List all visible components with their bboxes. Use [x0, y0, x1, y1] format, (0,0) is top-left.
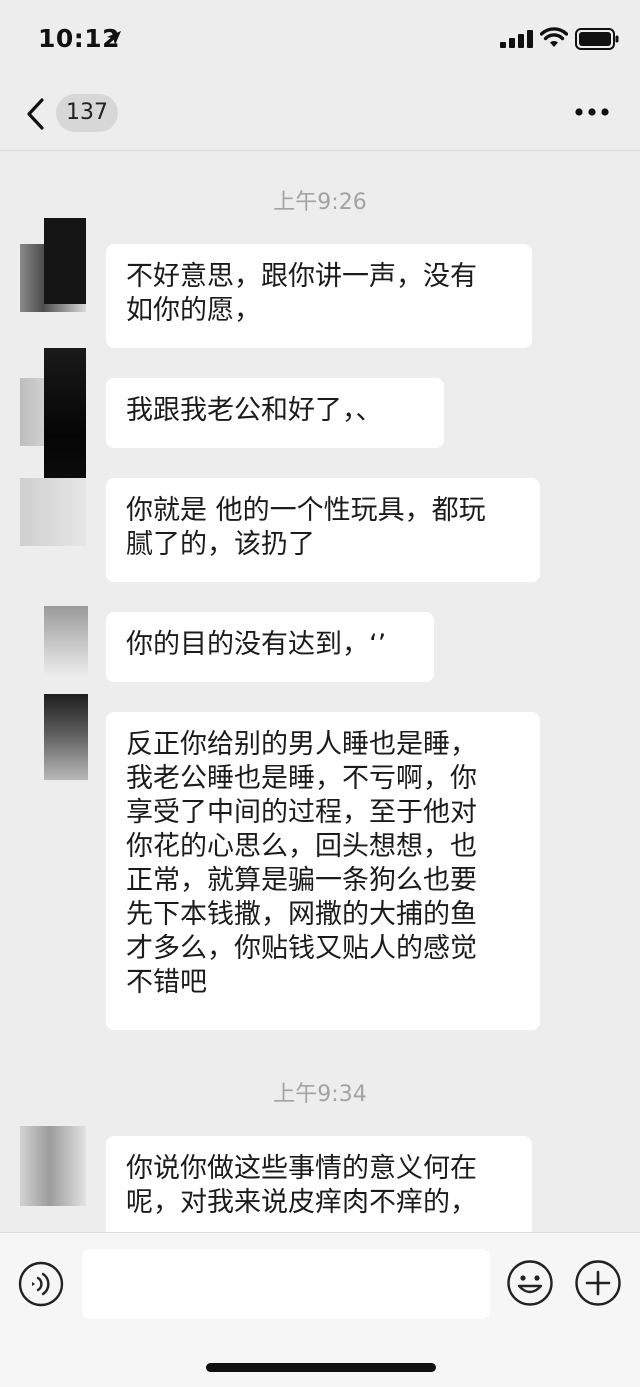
nav-divider: [0, 150, 640, 151]
message-line: 我跟我老公和好了，、: [126, 395, 383, 426]
plus-circle-icon[interactable]: [574, 1259, 622, 1307]
status-bar: 10:12: [0, 0, 640, 80]
message-line: 我老公睡也是睡，不亏啊，你: [126, 763, 477, 794]
emoji-smile-icon[interactable]: [506, 1259, 554, 1307]
message-line: 不错吧: [126, 967, 207, 998]
avatar-censor-block: [44, 218, 86, 304]
battery-icon: [575, 28, 619, 50]
message-bubble[interactable]: 你就是 他的一个性玩具，都玩 腻了的，该扔了: [106, 478, 540, 582]
avatar[interactable]: [44, 694, 88, 780]
avatar[interactable]: [20, 1126, 86, 1206]
unread-count-badge[interactable]: 137: [56, 94, 118, 132]
avatar[interactable]: [44, 606, 88, 676]
message-line: 反正你给别的男人睡也是睡，: [126, 729, 477, 760]
avatar[interactable]: [20, 478, 86, 546]
cellular-signal-icon: [500, 30, 533, 48]
message-line: 才多么，你贴钱又贴人的感觉: [126, 933, 477, 964]
chevron-left-icon[interactable]: [22, 96, 52, 132]
message-line: 享受了中间的过程，至于他对: [126, 797, 477, 828]
message-line: 如你的愿，: [126, 295, 261, 326]
message-line: 呢，对我来说皮痒肉不痒的，: [126, 1187, 477, 1218]
message-line: 你说你做这些事情的意义何在: [126, 1153, 477, 1184]
location-arrow-icon: [107, 31, 121, 45]
wifi-icon: [540, 27, 568, 47]
message-line: 腻了的，该扔了: [126, 529, 315, 560]
chat-nav-bar: 137: [0, 80, 640, 150]
message-line: 你的目的没有达到，‘’: [126, 629, 387, 660]
more-horizontal-icon[interactable]: [572, 100, 612, 124]
timestamp: 上午9:34: [273, 1082, 367, 1107]
message-line: 你就是 他的一个性玩具，都玩: [126, 495, 486, 526]
message-bubble[interactable]: 反正你给别的男人睡也是睡， 我老公睡也是睡，不亏啊，你 享受了中间的过程，至于他…: [106, 712, 540, 1030]
message-line: 不好意思，跟你讲一声，没有: [126, 261, 477, 292]
message-line: 先下本钱撒，网撒的大捕的鱼: [126, 899, 477, 930]
message-bubble[interactable]: 我跟我老公和好了，、: [106, 378, 444, 448]
message-input[interactable]: [82, 1249, 490, 1319]
message-bubble[interactable]: 你的目的没有达到，‘’: [106, 612, 434, 682]
voice-input-icon[interactable]: [18, 1261, 64, 1307]
message-bubble[interactable]: 不好意思，跟你讲一声，没有 如你的愿，: [106, 244, 532, 348]
message-line: 正常，就算是骗一条狗么也要: [126, 865, 477, 896]
chat-input-bar: [0, 1232, 640, 1387]
home-indicator: [206, 1363, 436, 1372]
message-line: 你花的心思么，回头想想，也: [126, 831, 477, 862]
timestamp: 上午9:26: [273, 190, 367, 215]
